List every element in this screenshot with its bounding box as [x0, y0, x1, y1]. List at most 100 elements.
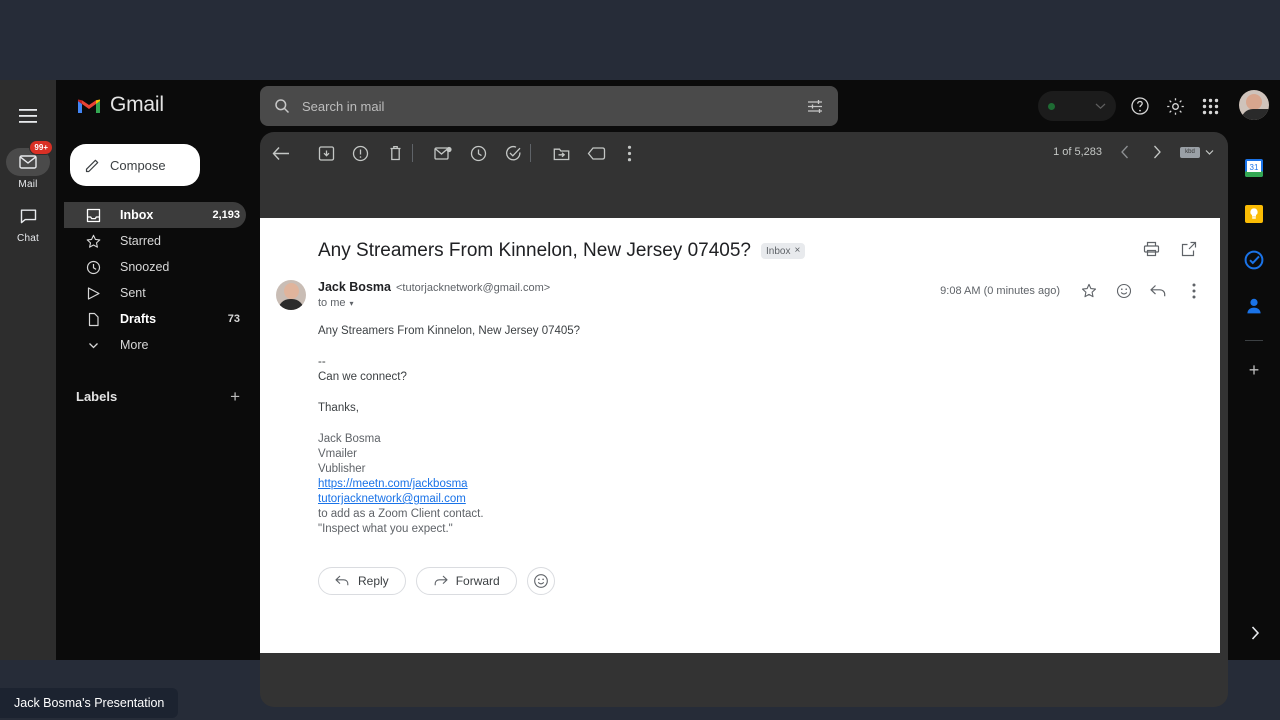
chevron-down-icon: [1205, 149, 1214, 155]
reply-arrow-icon[interactable]: [1150, 282, 1167, 299]
signature-link-meetn[interactable]: https://meetn.com/jackbosma: [318, 477, 1220, 492]
account-avatar[interactable]: [1239, 90, 1269, 120]
inbox-icon: [84, 208, 102, 223]
toolbar-divider-2: [530, 144, 531, 162]
input-tools-toggle[interactable]: kbd: [1180, 146, 1214, 158]
toolbar-divider: [412, 144, 413, 162]
apps-grid-icon[interactable]: [1196, 92, 1224, 120]
sender-email: <tutorjacknetwork@gmail.com>: [395, 282, 551, 294]
sidebar-item-snoozed-label: Snoozed: [120, 260, 170, 274]
labels-tag-icon[interactable]: [585, 142, 607, 164]
emoji-react-icon[interactable]: [1115, 282, 1132, 299]
recipient-expander[interactable]: to me ▾: [318, 297, 550, 309]
hamburger-menu-icon[interactable]: [8, 96, 48, 136]
print-icon[interactable]: [1142, 240, 1160, 258]
chevron-down-icon: [84, 339, 102, 352]
more-options-icon[interactable]: [1185, 282, 1202, 299]
sender-avatar: [276, 280, 306, 310]
send-icon: [84, 286, 102, 301]
sender-meta: Jack Bosma <tutorjacknetwork@gmail.com> …: [318, 280, 550, 310]
svg-text:31: 31: [1250, 163, 1259, 172]
avatar-face: [1246, 94, 1262, 110]
rail-item-mail[interactable]: 99+ Mail: [0, 140, 56, 190]
google-tasks-icon[interactable]: [1244, 250, 1264, 270]
message-timestamp: 9:08 AM (0 minutes ago): [940, 284, 1060, 297]
labels-title: Labels: [76, 388, 118, 404]
google-calendar-icon[interactable]: 31: [1244, 158, 1264, 178]
gmail-application: 99+ Mail Chat Gmail Compose Inbox 2,193 …: [0, 80, 1280, 707]
help-circle-icon[interactable]: [1126, 92, 1154, 120]
sidebar-item-snoozed[interactable]: Snoozed: [64, 254, 246, 280]
report-spam-icon[interactable]: [349, 142, 371, 164]
labels-section-header: Labels +: [56, 384, 256, 408]
sidebar-item-drafts-label: Drafts: [120, 312, 157, 326]
page-title: Any Streamers From Kinnelon, New Jersey …: [318, 240, 751, 261]
sidebar-item-more[interactable]: More: [64, 332, 246, 358]
mail-icon: 99+: [6, 140, 53, 176]
mark-unread-icon[interactable]: [432, 142, 454, 164]
chevron-right-icon[interactable]: [1244, 622, 1266, 644]
body-line-3: Thanks,: [318, 402, 359, 414]
compose-button[interactable]: Compose: [70, 144, 200, 186]
open-in-new-window-icon[interactable]: [1180, 240, 1198, 258]
signature-line-quote: "Inspect what you expect.": [318, 523, 453, 535]
panel-divider: [1245, 340, 1263, 341]
chevron-down-icon: [1095, 103, 1106, 110]
google-keep-icon[interactable]: [1244, 204, 1264, 224]
clock-icon: [84, 260, 102, 275]
rail-item-chat[interactable]: Chat: [0, 202, 56, 244]
body-line-2: Can we connect?: [318, 371, 407, 383]
sidebar-item-inbox-count: 2,193: [212, 209, 240, 221]
sidebar-item-more-label: More: [120, 338, 149, 352]
sidebar-item-inbox-label: Inbox: [120, 208, 154, 222]
sidebar-item-drafts[interactable]: Drafts 73: [64, 306, 246, 332]
more-options-icon[interactable]: [618, 142, 640, 164]
signature-link-email[interactable]: tutorjacknetwork@gmail.com: [318, 492, 1220, 507]
subject-row: Any Streamers From Kinnelon, New Jersey …: [260, 218, 1220, 262]
tune-filter-icon[interactable]: [807, 99, 824, 114]
label-chip-inbox[interactable]: Inbox ×: [760, 243, 806, 259]
message-actions: 9:08 AM (0 minutes ago): [940, 282, 1202, 299]
emoji-smiley-icon[interactable]: [526, 567, 555, 595]
delete-trash-icon[interactable]: [384, 142, 406, 164]
reply-arrow-icon: [335, 575, 349, 586]
sidebar-item-sent[interactable]: Sent: [64, 280, 246, 306]
google-contacts-icon[interactable]: [1244, 296, 1264, 316]
chevron-down-icon: ▾: [349, 298, 354, 308]
sidebar-item-starred-label: Starred: [120, 234, 161, 248]
back-arrow-icon[interactable]: [270, 142, 292, 164]
chevron-right-icon[interactable]: [1148, 143, 1166, 161]
presence-status-selector[interactable]: [1038, 91, 1116, 121]
message-body: Any Streamers From Kinnelon, New Jersey …: [260, 310, 1220, 537]
signature-line-3: Vublisher: [318, 463, 366, 475]
plus-icon[interactable]: +: [1249, 361, 1260, 379]
search-bar[interactable]: [260, 86, 838, 126]
chevron-left-icon[interactable]: [1116, 143, 1134, 161]
search-input[interactable]: [302, 98, 807, 114]
status-dot-icon: [1048, 102, 1055, 110]
move-to-folder-icon[interactable]: [550, 142, 572, 164]
star-outline-icon[interactable]: [1080, 282, 1097, 299]
snooze-clock-icon[interactable]: [467, 142, 489, 164]
gear-icon[interactable]: [1161, 92, 1189, 120]
mail-unread-badge: 99+: [29, 140, 53, 155]
label-chip-text: Inbox: [765, 245, 791, 257]
body-line-1: Any Streamers From Kinnelon, New Jersey …: [318, 325, 581, 337]
draft-icon: [84, 312, 102, 327]
screen-root: 99+ Mail Chat Gmail Compose Inbox 2,193 …: [0, 0, 1280, 720]
add-to-tasks-icon[interactable]: [502, 142, 524, 164]
sender-line: Jack Bosma <tutorjacknetwork@gmail.com>: [318, 280, 550, 294]
sidebar-item-inbox[interactable]: Inbox 2,193: [64, 202, 246, 228]
archive-icon[interactable]: [315, 142, 337, 164]
close-icon[interactable]: ×: [794, 246, 800, 256]
gmail-brand: Gmail: [56, 80, 256, 130]
top-header: [256, 80, 1280, 132]
signature-line-zoom: to add as a Zoom Client contact.: [318, 508, 484, 520]
reply-button[interactable]: Reply: [318, 567, 406, 595]
forward-button[interactable]: Forward: [415, 567, 517, 595]
signature-line-2: Vmailer: [318, 448, 357, 460]
sidebar-item-starred[interactable]: Starred: [64, 228, 246, 254]
gmail-logo-icon: [78, 99, 100, 113]
plus-icon[interactable]: +: [230, 388, 240, 405]
keyboard-icon: kbd: [1180, 146, 1200, 158]
